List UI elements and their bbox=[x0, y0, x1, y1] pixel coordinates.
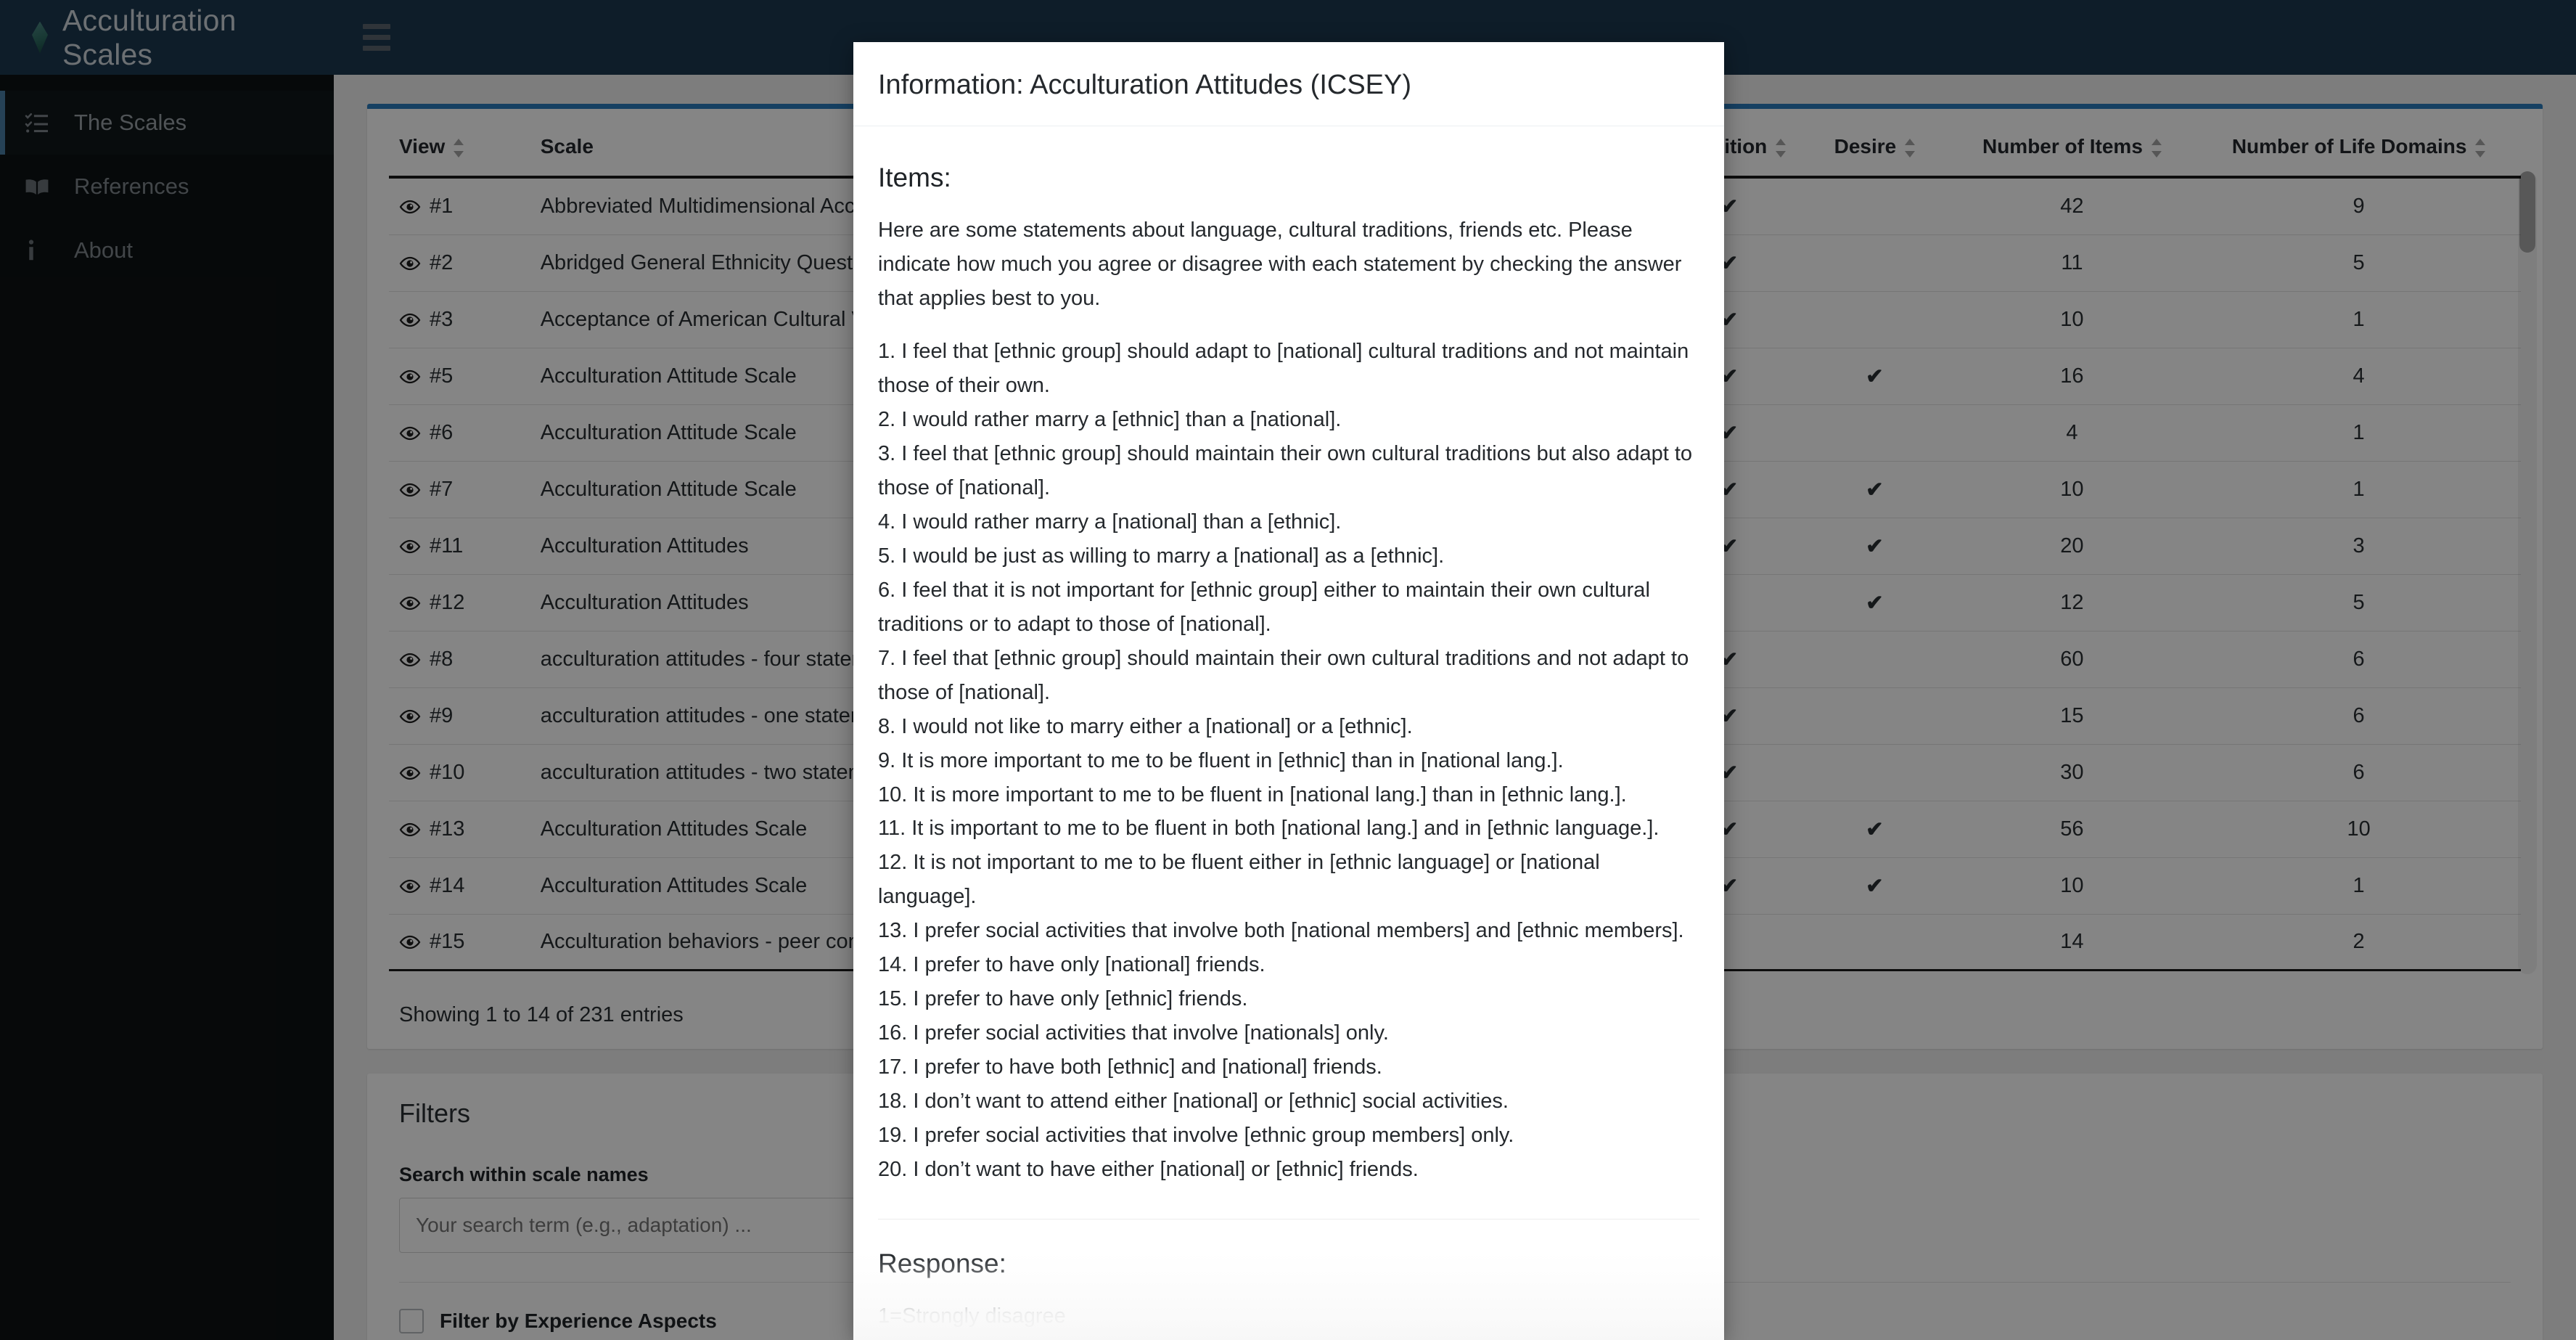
item-statement: 3. I feel that [ethnic group] should mai… bbox=[878, 441, 1693, 499]
item-statement: 7. I feel that [ethnic group] should mai… bbox=[878, 646, 1689, 704]
item-statement: 13. I prefer social activities that invo… bbox=[878, 919, 1684, 943]
item-statement: 11. It is important to me to be fluent i… bbox=[878, 817, 1660, 841]
response-option: 1=Strongly disagree bbox=[878, 1304, 1066, 1328]
item-statement: 4. I would rather marry a [national] tha… bbox=[878, 510, 1342, 534]
item-statement: 17. I prefer to have both [ethnic] and [… bbox=[878, 1055, 1382, 1079]
modal-divider bbox=[878, 1219, 1699, 1220]
item-statement: 1. I feel that [ethnic group] should ada… bbox=[878, 339, 1689, 397]
item-statement: 5. I would be just as willing to marry a… bbox=[878, 544, 1445, 568]
item-statement: 8. I would not like to marry either a [n… bbox=[878, 714, 1413, 738]
item-statement: 15. I prefer to have only [ethnic] frien… bbox=[878, 987, 1248, 1011]
item-statement: 9. It is more important to me to be flue… bbox=[878, 748, 1564, 772]
item-statement: 6. I feel that it is not important for [… bbox=[878, 578, 1650, 636]
response-options-list: 1=Strongly disagree2=s-what disagree3=No… bbox=[878, 1299, 1699, 1340]
item-statement: 14. I prefer to have only [national] fri… bbox=[878, 953, 1266, 977]
response-heading: Response: bbox=[878, 1249, 1006, 1279]
items-intro: Here are some statements about language,… bbox=[878, 218, 1682, 310]
items-list: 1. I feel that [ethnic group] should ada… bbox=[878, 335, 1699, 1187]
modal-body: Items: Here are some statements about la… bbox=[853, 126, 1724, 1340]
information-modal: Information: Acculturation Attitudes (IC… bbox=[853, 42, 1724, 1340]
item-statement: 10. It is more important to me to be flu… bbox=[878, 783, 1627, 806]
items-heading: Items: bbox=[878, 163, 951, 192]
modal-title: Information: Acculturation Attitudes (IC… bbox=[878, 70, 1412, 100]
item-statement: 16. I prefer social activities that invo… bbox=[878, 1021, 1389, 1045]
response-option: 2=s-what disagree bbox=[878, 1333, 1699, 1340]
item-statement: 20. I don’t want to have either [nationa… bbox=[878, 1158, 1419, 1182]
item-statement: 19. I prefer social activities that invo… bbox=[878, 1124, 1514, 1148]
modal-header: Information: Acculturation Attitudes (IC… bbox=[853, 42, 1724, 126]
item-statement: 18. I don’t want to attend either [natio… bbox=[878, 1090, 1509, 1114]
item-statement: 12. It is not important to me to be flue… bbox=[878, 851, 1600, 909]
item-statement: 2. I would rather marry a [ethnic] than … bbox=[878, 407, 1342, 431]
